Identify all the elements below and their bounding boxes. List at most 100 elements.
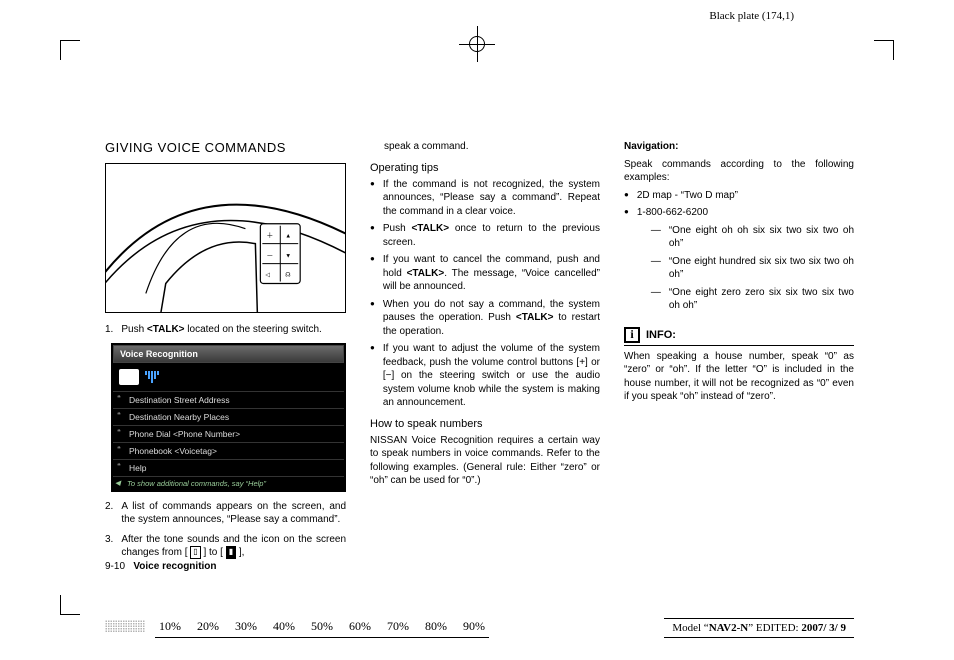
info-text: When speaking a house number, speak “0” … xyxy=(624,350,854,404)
instruction-list: 1. Push <TALK> located on the steering s… xyxy=(105,323,346,337)
steering-wheel-illustration: ＋ ▲ － ▼ ◁ ☊ xyxy=(105,163,346,313)
step-1: 1. Push <TALK> located on the steering s… xyxy=(105,323,346,337)
step-number: 1. xyxy=(105,323,113,337)
voice-recognition-screenshot: Voice Recognition Destination Street Add… xyxy=(111,343,346,492)
vr-item: Phone Dial <Phone Number> xyxy=(113,425,344,442)
step-text: A list of commands appears on the screen… xyxy=(121,500,346,527)
nav-sub-list: “One eight oh oh six six two six two oh … xyxy=(651,224,854,313)
vr-screen-title: Voice Recognition xyxy=(113,345,344,363)
nav-item: 1-800-662-6200 “One eight oh oh six six … xyxy=(624,206,854,319)
print-calibration-bar: 10% 20% 30% 40% 50% 60% 70% 80% 90% Mode… xyxy=(105,614,854,638)
tips-list: If the command is not recognized, the sy… xyxy=(370,178,600,410)
pct: 90% xyxy=(463,619,485,636)
steering-svg-icon: ＋ ▲ － ▼ ◁ ☊ xyxy=(106,164,345,313)
svg-text:◁: ◁ xyxy=(265,273,270,279)
step-text: After the tone sounds and the icon on th… xyxy=(121,534,346,559)
step-3: 3. After the tone sounds and the icon on… xyxy=(105,533,346,560)
step-text: Push xyxy=(121,324,147,335)
pct: 70% xyxy=(387,619,409,636)
svg-text:☊: ☊ xyxy=(285,272,290,279)
page-footer: 9-10 Voice recognition xyxy=(105,561,217,572)
tip-item: If you want to cancel the command, push … xyxy=(370,253,600,294)
talk-key-label: <TALK> xyxy=(516,312,554,323)
talk-active-icon: ▮ xyxy=(226,546,236,559)
plate-label: Black plate (174,1) xyxy=(709,10,794,22)
talk-key-label: <TALK> xyxy=(147,324,185,335)
dither-swatch-icon xyxy=(105,620,145,632)
column-3: Navigation: Speak commands according to … xyxy=(624,140,854,566)
nav-sub-item: “One eight hundred six six two six two o… xyxy=(651,255,854,282)
tip-text: Push xyxy=(383,223,412,234)
pct: 10% xyxy=(159,619,181,636)
pct: 50% xyxy=(311,619,333,636)
nav-sub-text: “One eight zero zero six six two six two… xyxy=(669,286,854,313)
content-columns: GIVING VOICE COMMANDS ＋ ▲ － ▼ ◁ ☊ xyxy=(105,140,854,566)
model-name: NAV2-N xyxy=(709,622,749,634)
navigation-label: Navigation: xyxy=(624,141,678,152)
paragraph: NISSAN Voice Recognition requires a cert… xyxy=(370,434,600,488)
vr-footer-hint: To show additional commands, say “Help” xyxy=(113,476,344,490)
tip-item: If the command is not recognized, the sy… xyxy=(370,178,600,219)
page-section-label: Voice recognition xyxy=(133,561,216,572)
nav-sub-text: “One eight oh oh six six two six two oh … xyxy=(669,224,854,251)
talk-key-label: <TALK> xyxy=(411,223,449,234)
column-2: speak a command. Operating tips If the c… xyxy=(370,140,600,566)
svg-text:－: － xyxy=(266,253,273,260)
nav-sub-text: “One eight hundred six six two six two o… xyxy=(669,255,854,282)
crop-mark-tl-icon xyxy=(60,40,80,60)
model-edit-stamp: Model “NAV2-N” EDITED: 2007/ 3/ 9 xyxy=(664,618,854,638)
vr-command-list: Destination Street Address Destination N… xyxy=(113,391,344,476)
talk-key-label: <TALK> xyxy=(407,268,445,279)
nav-text: 1-800-662-6200 xyxy=(637,207,708,218)
subheading-operating-tips: Operating tips xyxy=(370,162,600,174)
svg-text:▲: ▲ xyxy=(285,234,291,240)
sound-wave-icon xyxy=(145,371,159,383)
percent-scale: 10% 20% 30% 40% 50% 60% 70% 80% 90% xyxy=(155,619,489,638)
page-number: 9-10 xyxy=(105,561,125,572)
pct: 20% xyxy=(197,619,219,636)
model-pre: Model “ xyxy=(672,622,708,634)
instruction-list-cont: 2. A list of commands appears on the scr… xyxy=(105,500,346,560)
step-number: 3. xyxy=(105,533,113,560)
tip-item: When you do not say a command, the syste… xyxy=(370,298,600,339)
step-2: 2. A list of commands appears on the scr… xyxy=(105,500,346,527)
paragraph: Speak commands according to the followin… xyxy=(624,158,854,185)
section-heading: GIVING VOICE COMMANDS xyxy=(105,140,346,155)
vr-icon-row xyxy=(113,363,344,391)
pct: 40% xyxy=(273,619,295,636)
pct: 30% xyxy=(235,619,257,636)
pct: 60% xyxy=(349,619,371,636)
vr-item: Help xyxy=(113,459,344,476)
step-number: 2. xyxy=(105,500,113,527)
subheading-speak-numbers: How to speak numbers xyxy=(370,418,600,430)
pct: 80% xyxy=(425,619,447,636)
crop-mark-bl-icon xyxy=(60,595,80,615)
tip-text: If the command is not recognized, the sy… xyxy=(383,178,600,219)
registration-mark-icon xyxy=(459,26,495,62)
svg-text:＋: ＋ xyxy=(266,232,273,240)
svg-text:▼: ▼ xyxy=(285,254,291,260)
vr-item: Phonebook <Voicetag> xyxy=(113,442,344,459)
nav-sub-item: “One eight oh oh six six two six two oh … xyxy=(651,224,854,251)
tip-text: If you want to adjust the volume of the … xyxy=(383,342,600,410)
model-date: 2007/ 3/ 9 xyxy=(801,622,846,634)
info-icon: i xyxy=(624,327,640,343)
doc-icon: ▯ xyxy=(190,546,200,559)
vr-item: Destination Nearby Places xyxy=(113,408,344,425)
crop-mark-tr-icon xyxy=(874,40,894,60)
column-1: GIVING VOICE COMMANDS ＋ ▲ － ▼ ◁ ☊ xyxy=(105,140,346,566)
nav-item: 2D map - “Two D map” xyxy=(624,189,854,203)
nav-sub-item: “One eight zero zero six six two six two… xyxy=(651,286,854,313)
info-box: i INFO: When speaking a house number, sp… xyxy=(624,327,854,404)
talk-bubble-icon xyxy=(119,369,139,385)
lead-line: speak a command. xyxy=(370,140,600,154)
nav-example-list: 2D map - “Two D map” 1-800-662-6200 “One… xyxy=(624,189,854,319)
nav-text: 2D map - “Two D map” xyxy=(637,189,854,203)
step-text: located on the steering switch. xyxy=(185,324,322,335)
tip-item: Push <TALK> once to return to the previo… xyxy=(370,222,600,249)
tip-item: If you want to adjust the volume of the … xyxy=(370,342,600,410)
info-label: INFO: xyxy=(646,329,676,341)
vr-item: Destination Street Address xyxy=(113,391,344,408)
info-heading: i INFO: xyxy=(624,327,854,346)
model-mid: ” EDITED: xyxy=(748,622,801,634)
